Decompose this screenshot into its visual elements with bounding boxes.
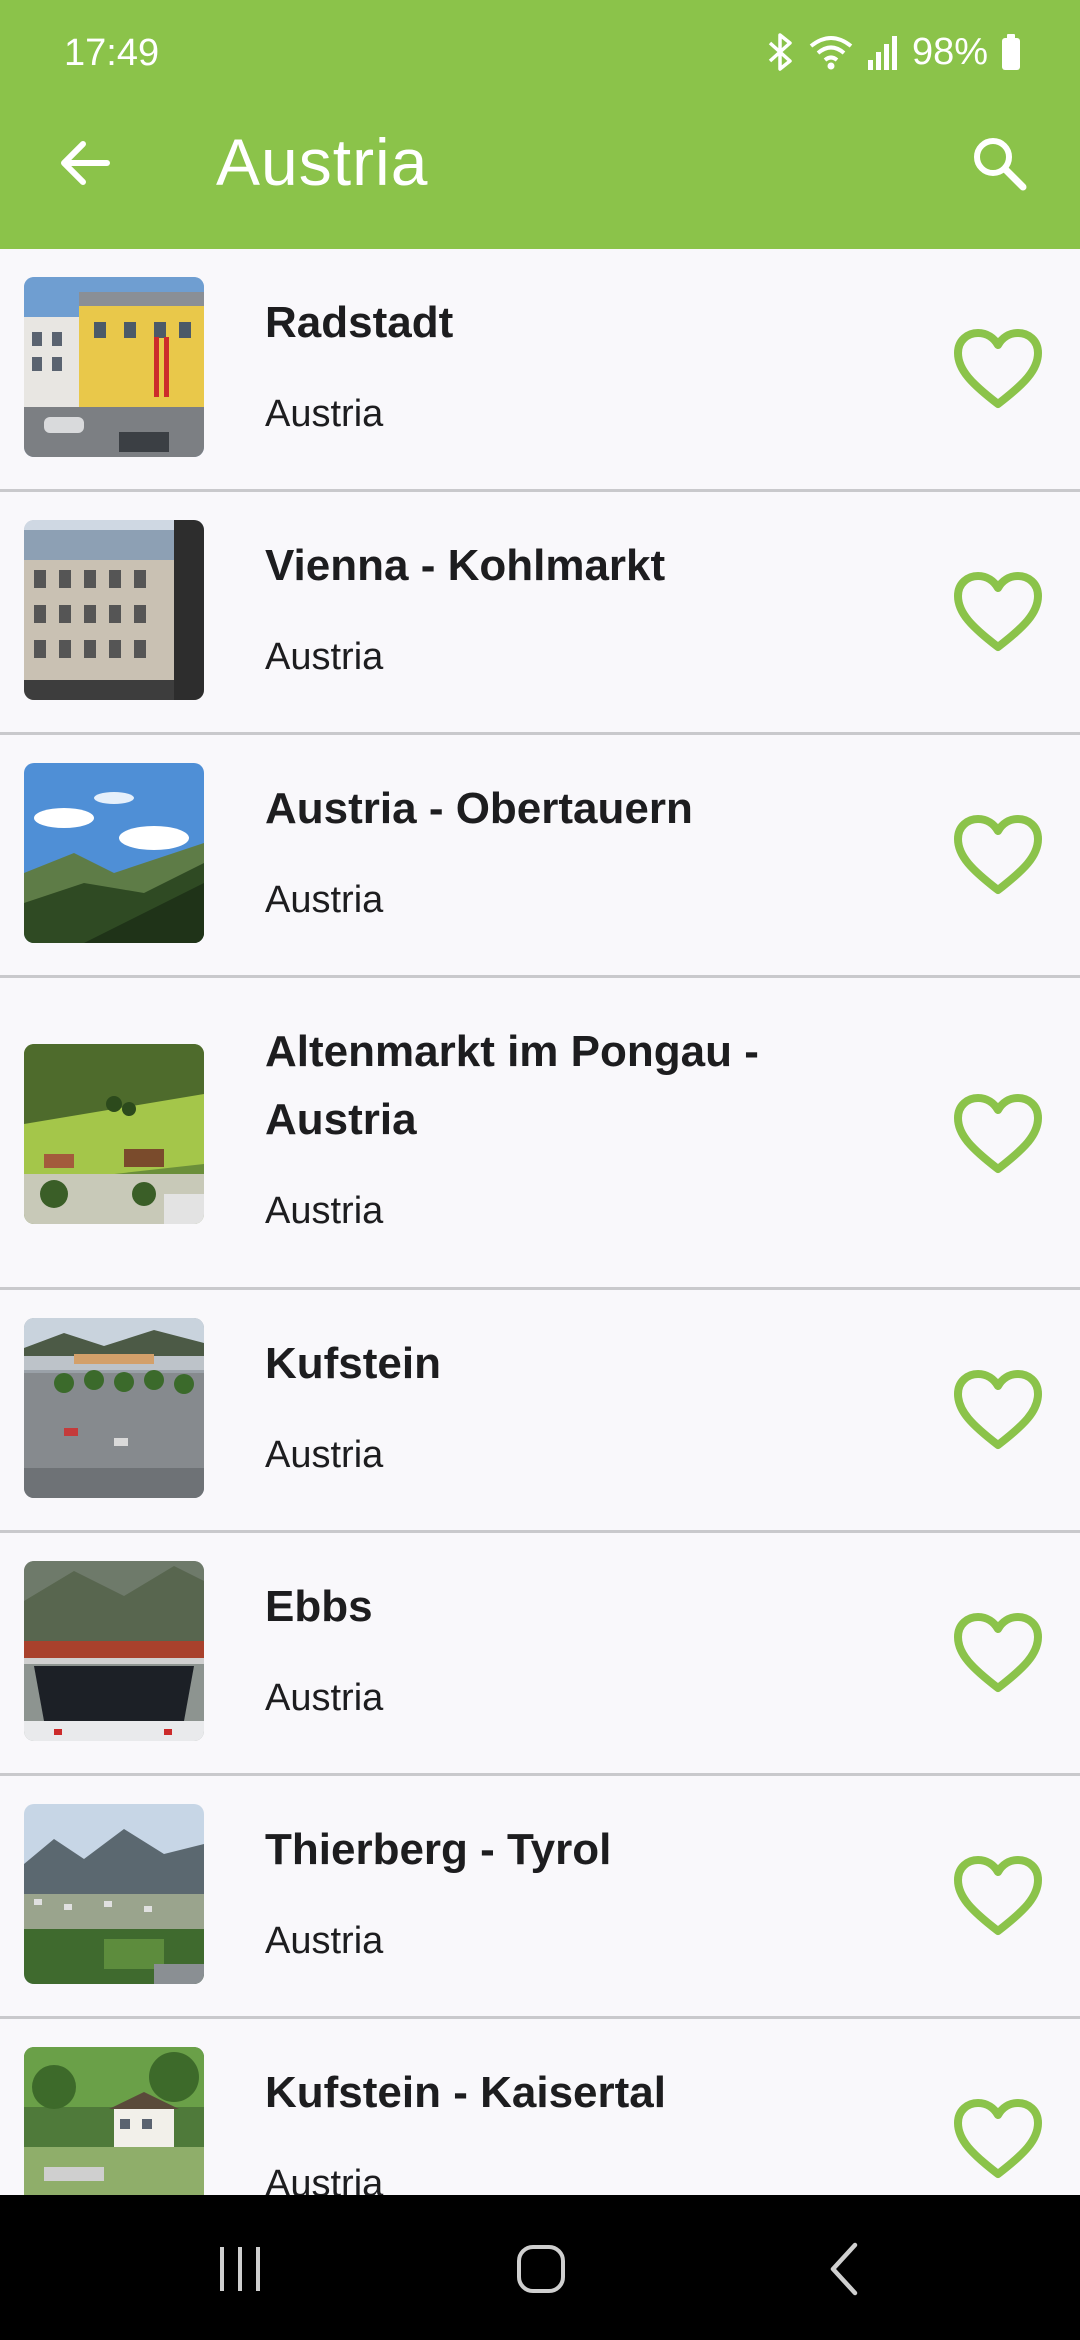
favorite-button[interactable]: [944, 1080, 1052, 1188]
back-button[interactable]: [40, 118, 130, 208]
item-texts: Austria - Obertauern Austria: [265, 775, 865, 925]
webcam-list: Radstadt Austria Vienna - Kohlmarkt Aust…: [0, 249, 1080, 2195]
webcam-thumbnail: [24, 1804, 204, 1984]
list-item[interactable]: Austria - Obertauern Austria: [0, 735, 1080, 978]
heart-outline-icon: [954, 1094, 1042, 1173]
webcam-thumbnail: [24, 1561, 204, 1741]
status-bar: 17:49 98%: [0, 0, 1080, 100]
battery-icon: [1000, 32, 1022, 72]
heart-outline-icon: [954, 2099, 1042, 2178]
webcam-title: Radstadt: [265, 298, 454, 347]
status-time: 17:49: [64, 32, 160, 74]
webcam-title: Ebbs: [265, 1582, 373, 1631]
home-button[interactable]: [481, 2219, 601, 2319]
heart-outline-icon: [954, 815, 1042, 894]
item-texts: Thierberg - Tyrol Austria: [265, 1816, 865, 1966]
favorite-button[interactable]: [944, 1842, 1052, 1950]
heart-outline-icon: [954, 1613, 1042, 1692]
heart-outline-icon: [954, 1856, 1042, 1935]
item-texts: Kufstein Austria: [265, 1330, 865, 1480]
list-item[interactable]: Kufstein Austria: [0, 1290, 1080, 1533]
favorite-button[interactable]: [944, 1356, 1052, 1464]
webcam-title: Austria - Obertauern: [265, 784, 693, 833]
item-texts: Altenmarkt im Pongau - Austria Austria: [265, 1018, 865, 1236]
webcam-country: Austria: [265, 879, 384, 921]
list-item[interactable]: Altenmarkt im Pongau - Austria Austria: [0, 978, 1080, 1290]
item-texts: Ebbs Austria: [265, 1573, 865, 1723]
list-item[interactable]: Kufstein - Kaisertal Austria: [0, 2019, 1080, 2195]
arrow-left-icon: [61, 141, 110, 185]
webcam-thumbnail: [24, 1044, 204, 1224]
webcam-thumbnail: [24, 2047, 204, 2195]
list-item[interactable]: Ebbs Austria: [0, 1533, 1080, 1776]
bluetooth-icon: [766, 32, 796, 72]
item-texts: Vienna - Kohlmarkt Austria: [265, 532, 865, 682]
wifi-icon: [808, 32, 854, 72]
search-icon: [974, 138, 1027, 191]
webcam-country: Austria: [265, 1434, 384, 1476]
favorite-button[interactable]: [944, 558, 1052, 666]
webcam-title: Thierberg - Tyrol: [265, 1825, 612, 1874]
favorite-button[interactable]: [944, 315, 1052, 423]
webcam-thumbnail: [24, 1318, 204, 1498]
webcam-country: Austria: [265, 393, 384, 435]
heart-outline-icon: [954, 572, 1042, 651]
heart-outline-icon: [954, 329, 1042, 408]
recent-apps-button[interactable]: [180, 2219, 300, 2319]
favorite-button[interactable]: [944, 801, 1052, 909]
recent-apps-icon: [220, 2247, 260, 2291]
favorite-button[interactable]: [944, 2085, 1052, 2193]
list-item[interactable]: Radstadt Austria: [0, 249, 1080, 492]
webcam-country: Austria: [265, 1920, 384, 1962]
item-texts: Kufstein - Kaisertal Austria: [265, 2059, 865, 2195]
back-icon: [830, 2242, 858, 2296]
webcam-thumbnail: [24, 763, 204, 943]
webcam-country: Austria: [265, 2163, 384, 2195]
list-item[interactable]: Thierberg - Tyrol Austria: [0, 1776, 1080, 2019]
favorite-button[interactable]: [944, 1599, 1052, 1707]
webcam-title: Kufstein - Kaisertal: [265, 2068, 666, 2117]
signal-icon: [866, 32, 900, 72]
search-button[interactable]: [954, 118, 1044, 208]
status-icons: 98%: [766, 28, 1022, 76]
heart-outline-icon: [954, 1370, 1042, 1449]
webcam-country: Austria: [265, 1677, 384, 1719]
webcam-thumbnail: [24, 277, 204, 457]
webcam-country: Austria: [265, 1190, 384, 1232]
webcam-thumbnail: [24, 520, 204, 700]
webcam-title: Vienna - Kohlmarkt: [265, 541, 666, 590]
webcam-title: Kufstein: [265, 1339, 441, 1388]
system-nav-bar: [0, 2195, 1080, 2340]
webcam-title: Altenmarkt im Pongau - Austria: [265, 1027, 759, 1144]
item-texts: Radstadt Austria: [265, 289, 865, 439]
page-title: Austria: [216, 125, 429, 199]
home-icon: [517, 2245, 565, 2293]
system-back-button[interactable]: [785, 2219, 905, 2319]
list-item[interactable]: Vienna - Kohlmarkt Austria: [0, 492, 1080, 735]
webcam-country: Austria: [265, 636, 384, 678]
battery-percentage: 98%: [911, 31, 988, 73]
app-bar: 17:49 98% Austria: [0, 0, 1080, 249]
